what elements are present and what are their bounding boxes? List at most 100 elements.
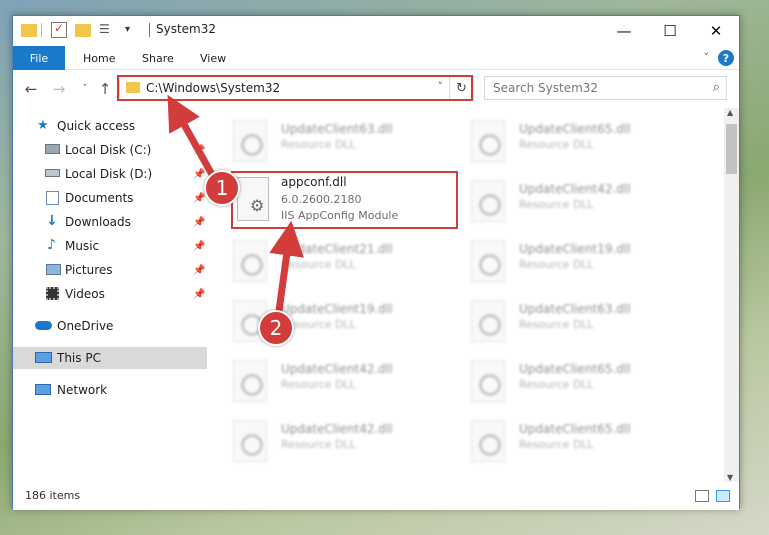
search-box[interactable]: Search System32 ⌕	[484, 76, 727, 100]
navigation-pane: ★ Quick access Local Disk (C:) 📌 Local D…	[13, 108, 207, 482]
star-icon: ★	[37, 118, 49, 133]
file-item[interactable]: UpdateClient63.dll Resource DLL	[451, 294, 691, 342]
window-title: System32	[156, 22, 217, 36]
file-item[interactable]: UpdateClient42.dll Resource DLL	[213, 414, 453, 462]
file-item[interactable]: UpdateClient19.dll Resource DLL	[213, 294, 453, 342]
scroll-down-icon[interactable]: ▼	[727, 473, 733, 482]
sidebar-item-local-disk-d[interactable]: Local Disk (D:) 📌	[13, 163, 207, 185]
help-icon[interactable]: ?	[718, 50, 734, 66]
sidebar-item-label: OneDrive	[57, 319, 114, 333]
file-item[interactable]: UpdateClient65.dll Resource DLL	[451, 414, 691, 462]
file-item[interactable]: UpdateClient42.dll Resource DLL	[213, 354, 453, 402]
sidebar-item-label: Videos	[65, 287, 105, 301]
dll-file-icon	[471, 360, 505, 402]
file-item[interactable]: UpdateClient19.dll Resource DLL	[451, 234, 691, 282]
pictures-icon	[46, 264, 61, 275]
scroll-up-icon[interactable]: ▲	[727, 108, 733, 117]
sidebar-item-network[interactable]: Network	[13, 379, 207, 401]
recent-locations-icon[interactable]: ˅	[75, 79, 95, 99]
videos-icon	[46, 287, 59, 300]
file-name: UpdateClient65.dll	[519, 422, 631, 436]
view-options-icon[interactable]: ☰	[99, 22, 115, 38]
customize-toolbar-icon[interactable]: ▾	[125, 24, 141, 40]
file-name: UpdateClient42.dll	[281, 422, 393, 436]
maximize-button[interactable]: ☐	[647, 16, 693, 46]
sidebar-item-local-disk-c[interactable]: Local Disk (C:) 📌	[13, 139, 207, 161]
sidebar-item-documents[interactable]: Documents 📌	[13, 187, 207, 209]
file-name: UpdateClient63.dll	[281, 122, 393, 136]
file-list[interactable]: UpdateClient63.dll Resource DLL UpdateCl…	[213, 108, 723, 482]
step-2-badge: 2	[258, 310, 294, 346]
network-icon	[35, 384, 51, 395]
dll-file-icon	[471, 120, 505, 162]
downloads-icon: ↓	[46, 213, 58, 229]
sidebar-item-label: Downloads	[65, 215, 131, 229]
tab-share[interactable]: Share	[142, 46, 174, 70]
tab-file[interactable]: File	[13, 46, 65, 70]
dll-file-icon	[471, 180, 505, 222]
sidebar-item-label: Pictures	[65, 263, 113, 277]
sidebar-item-label: Music	[65, 239, 100, 253]
file-item[interactable]: UpdateClient21.dll Resource DLL	[213, 234, 453, 282]
back-arrow-icon[interactable]: ←	[21, 79, 41, 99]
file-description: Resource DLL	[281, 258, 356, 271]
address-highlight-box	[117, 75, 473, 101]
expand-ribbon-icon[interactable]: ˅	[704, 51, 710, 64]
tiles-view-icon[interactable]	[716, 490, 730, 502]
sidebar-item-label: This PC	[57, 351, 101, 365]
sidebar-item-pictures[interactable]: Pictures 📌	[13, 259, 207, 281]
sidebar-item-onedrive[interactable]: OneDrive	[13, 315, 207, 337]
file-description: Resource DLL	[519, 198, 594, 211]
drive-icon	[45, 144, 60, 154]
sidebar-item-videos[interactable]: Videos 📌	[13, 283, 207, 305]
new-folder-icon[interactable]	[75, 24, 91, 37]
file-item[interactable]: UpdateClient42.dll Resource DLL	[451, 174, 691, 222]
file-name: UpdateClient21.dll	[281, 242, 393, 256]
pin-icon[interactable]: 📌	[193, 145, 205, 156]
forward-arrow-icon[interactable]: →	[49, 79, 69, 99]
tab-view[interactable]: View	[200, 46, 226, 70]
file-name: UpdateClient19.dll	[281, 302, 393, 316]
pin-icon[interactable]: 📌	[193, 265, 205, 276]
file-description: Resource DLL	[281, 438, 356, 451]
sidebar-item-music[interactable]: ♪ Music 📌	[13, 235, 207, 257]
file-description: Resource DLL	[519, 438, 594, 451]
dll-file-icon	[471, 300, 505, 342]
sidebar-item-this-pc[interactable]: This PC	[13, 347, 207, 369]
vertical-scrollbar[interactable]: ▲ ▼	[724, 108, 739, 482]
search-input[interactable]: Search System32	[493, 81, 598, 95]
pin-icon[interactable]: 📌	[193, 217, 205, 228]
dll-file-icon	[233, 420, 267, 462]
pin-icon[interactable]: 📌	[193, 241, 205, 252]
sidebar-item-downloads[interactable]: ↓ Downloads 📌	[13, 211, 207, 233]
drive-icon	[45, 169, 60, 177]
file-name: UpdateClient63.dll	[519, 302, 631, 316]
separator	[149, 23, 150, 37]
file-name: UpdateClient65.dll	[519, 122, 631, 136]
pin-icon[interactable]: 📌	[193, 289, 205, 300]
sidebar-item-label: Local Disk (C:)	[65, 143, 152, 157]
properties-icon[interactable]: ✓	[51, 21, 67, 38]
pin-icon[interactable]: 📌	[193, 193, 205, 204]
file-description: Resource DLL	[519, 258, 594, 271]
music-icon: ♪	[47, 237, 56, 253]
step-1-badge: 1	[204, 170, 240, 206]
up-arrow-icon[interactable]: ↑	[95, 79, 115, 99]
details-view-icon[interactable]	[695, 490, 709, 502]
file-description: Resource DLL	[519, 138, 594, 151]
tab-home[interactable]: Home	[83, 46, 115, 70]
file-item[interactable]: UpdateClient65.dll Resource DLL	[451, 354, 691, 402]
file-name: UpdateClient42.dll	[519, 182, 631, 196]
file-item[interactable]: UpdateClient65.dll Resource DLL	[451, 114, 691, 162]
file-description: Resource DLL	[519, 378, 594, 391]
search-icon[interactable]: ⌕	[713, 80, 720, 95]
sidebar-item-label: Network	[57, 383, 108, 397]
close-button[interactable]: ✕	[693, 16, 739, 46]
scrollbar-thumb[interactable]	[726, 124, 737, 174]
pin-icon[interactable]: 📌	[193, 169, 205, 180]
documents-icon	[46, 191, 59, 205]
sidebar-item-label: Quick access	[57, 119, 136, 133]
file-item[interactable]: UpdateClient63.dll Resource DLL	[213, 114, 453, 162]
sidebar-item-quick-access[interactable]: ★ Quick access	[13, 115, 207, 137]
minimize-button[interactable]: —	[601, 16, 647, 46]
